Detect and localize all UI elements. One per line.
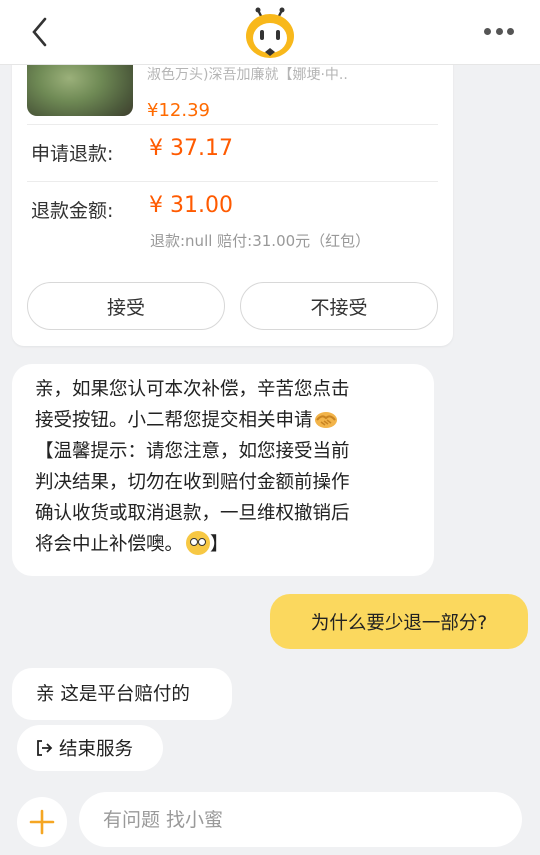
message-line: 亲，如果您认可本次补偿，辛苦您点击 xyxy=(35,379,350,400)
product-price: ¥12.39 xyxy=(147,100,210,121)
bot-message: 亲，如果您认可本次补偿，辛苦您点击 接受按钮。小二帮您提交相关申请 【温馨提示：… xyxy=(12,364,434,576)
message-line: 确认收货或取消退款，一旦维权撤销后 xyxy=(35,503,350,524)
message-text: 接受按钮。小二帮您提交相关申请 xyxy=(35,410,313,431)
top-bar xyxy=(0,0,540,65)
message-text: 将会中止补偿噢。 xyxy=(35,534,184,555)
message-line: 【温馨提示：请您注意，如您接受当前 xyxy=(35,441,350,462)
more-dots-icon[interactable] xyxy=(484,28,514,36)
apply-refund-value: ¥ 37.17 xyxy=(149,136,233,161)
chat-area[interactable]: 淑色万头)深吾加廉就【娜埂·中.. ¥12.39 申请退款: ¥ 37.17 退… xyxy=(0,0,540,855)
refund-card: 淑色万头)深吾加廉就【娜埂·中.. ¥12.39 申请退款: ¥ 37.17 退… xyxy=(12,20,453,346)
message-line: 将会中止补偿噢。 】 xyxy=(35,529,422,560)
message-line: 判决结果，切勿在收到赔付金额前操作 xyxy=(35,472,350,493)
plus-icon xyxy=(29,809,55,835)
apply-refund-label: 申请退款: xyxy=(31,143,114,165)
worried-face-emoji-icon xyxy=(186,531,211,555)
refund-amount-label: 退款金额: xyxy=(31,200,114,222)
dot xyxy=(495,28,503,35)
bot-message: 亲 这是平台赔付的 xyxy=(12,668,232,720)
xiaomi-mascot-icon[interactable] xyxy=(243,4,297,60)
chevron-left-icon[interactable] xyxy=(26,16,54,48)
end-service-label: 结束服务 xyxy=(59,739,134,760)
plus-button[interactable] xyxy=(17,797,67,847)
reject-button[interactable]: 不接受 xyxy=(240,282,438,330)
dot xyxy=(507,28,514,35)
product-title: 淑色万头)深吾加廉就【娜埂·中.. xyxy=(147,67,348,83)
end-service-button[interactable]: 结束服务 xyxy=(17,725,163,771)
chat-input[interactable] xyxy=(79,792,522,847)
input-bar xyxy=(0,784,540,855)
exit-icon xyxy=(37,740,53,756)
accept-button[interactable]: 接受 xyxy=(27,282,225,330)
refund-amount-note: 退款:null 赔付:31.00元（红包） xyxy=(150,232,371,250)
divider xyxy=(27,124,438,125)
user-message: 为什么要少退一部分? xyxy=(270,594,528,649)
refund-amount-value: ¥ 31.00 xyxy=(149,193,233,218)
dot xyxy=(484,28,491,35)
message-line: 接受按钮。小二帮您提交相关申请 xyxy=(35,405,422,436)
divider xyxy=(27,181,438,182)
handshake-emoji-icon xyxy=(314,412,337,428)
message-text: 】 xyxy=(210,534,229,555)
